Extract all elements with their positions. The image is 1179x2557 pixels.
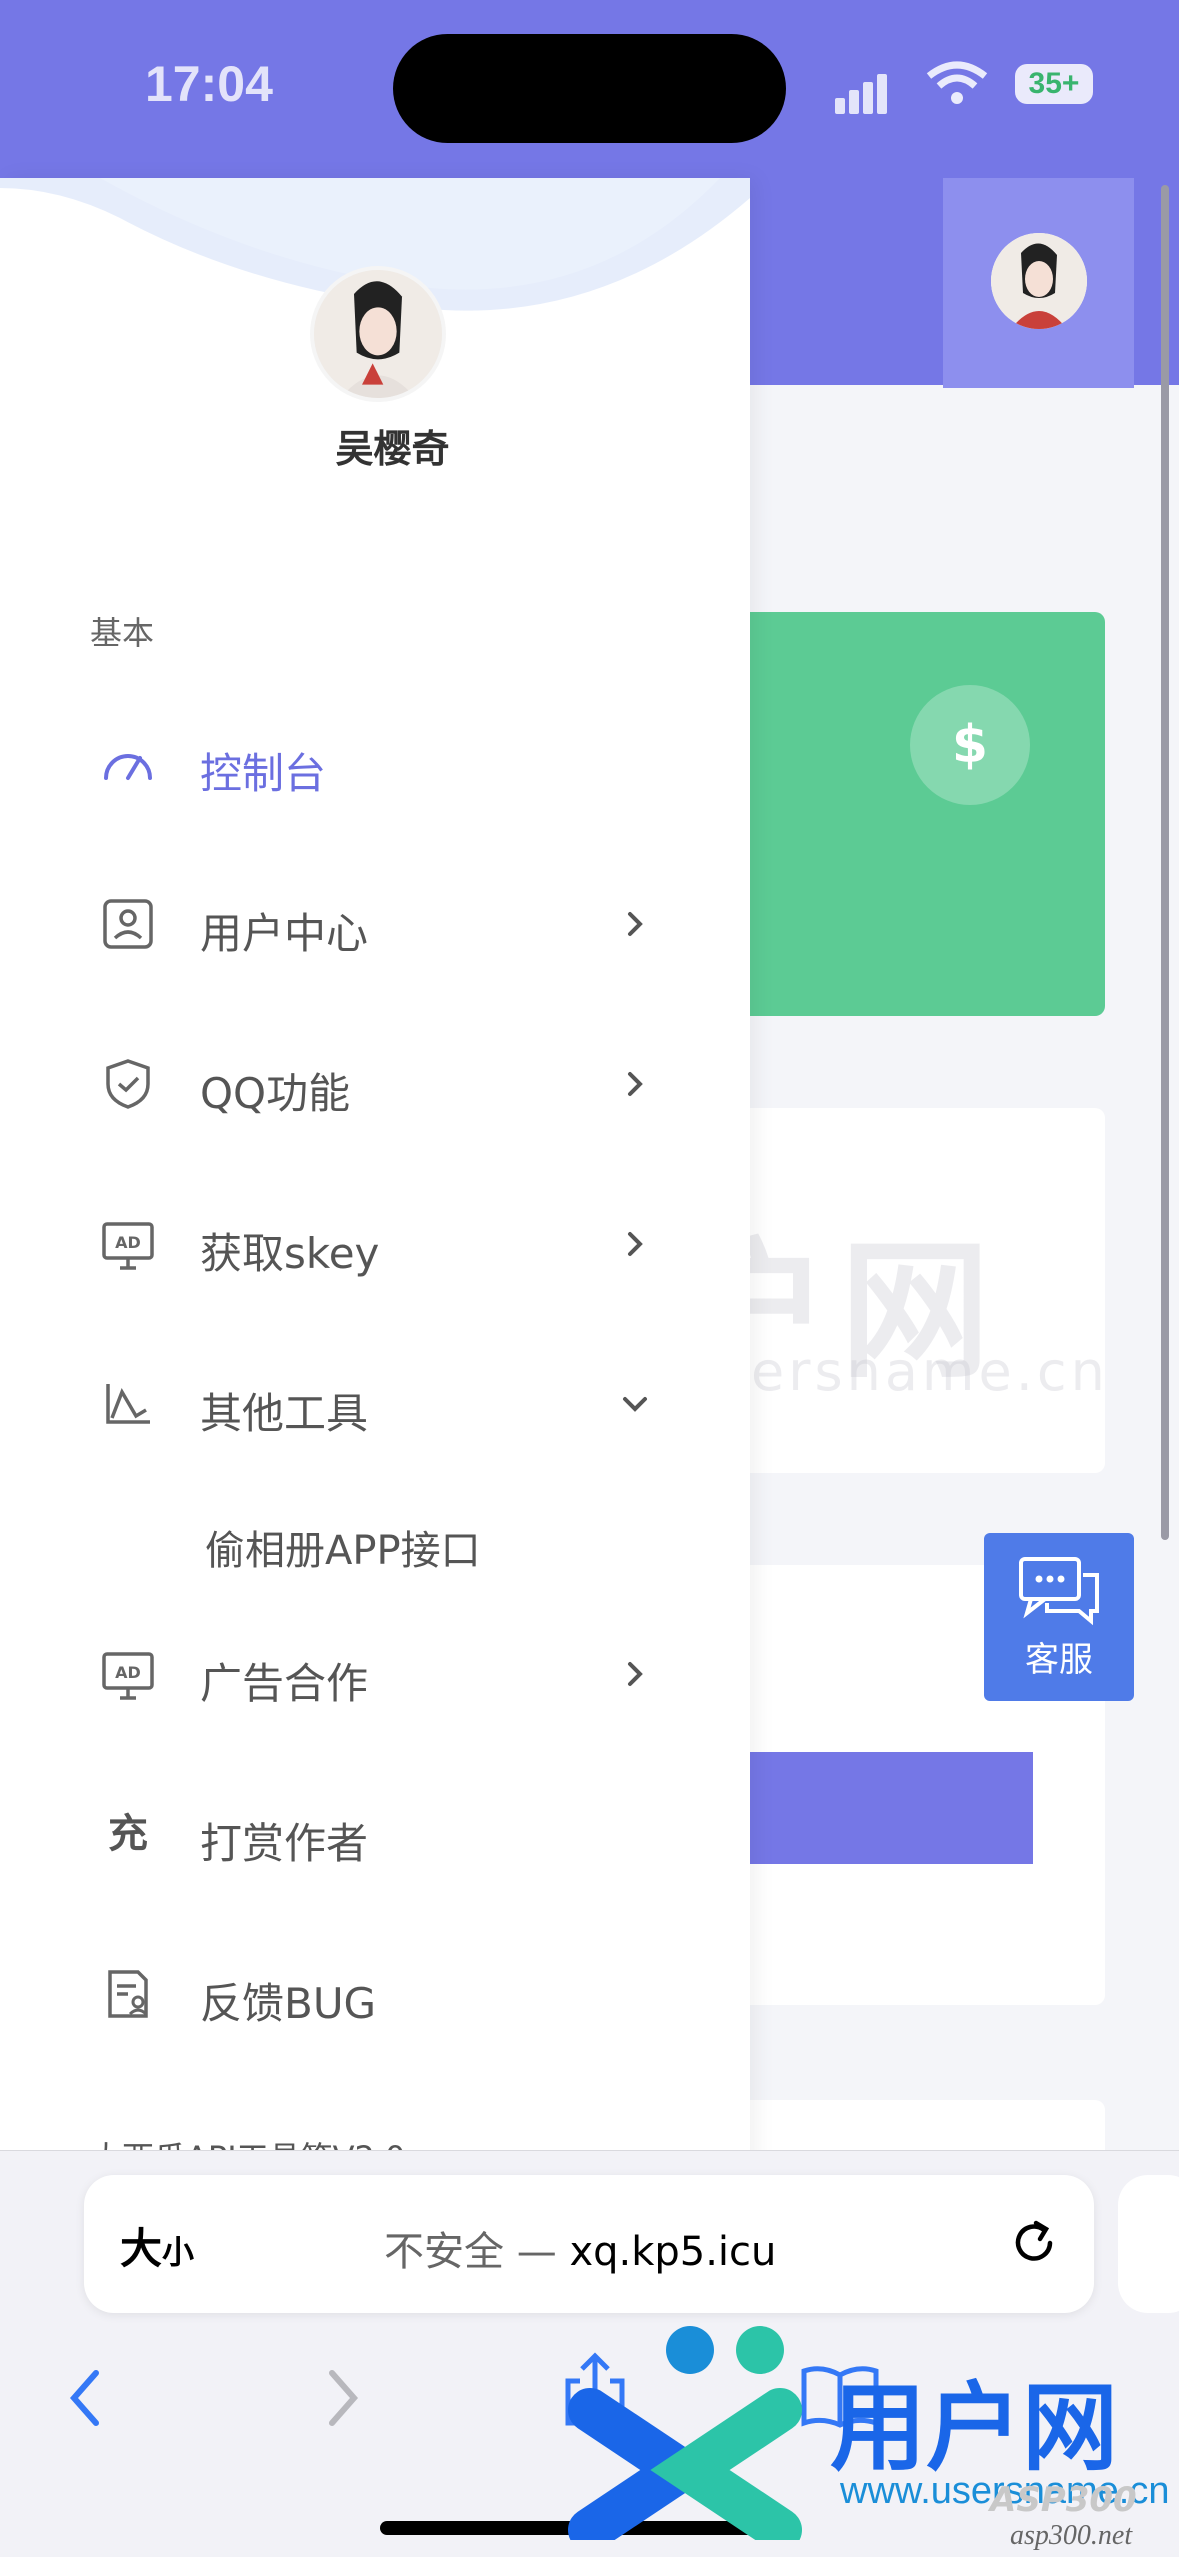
reload-icon[interactable] (1004, 2213, 1064, 2273)
menu-item-tip-author[interactable]: 充 打赏作者 (0, 1778, 750, 1898)
asp-site: asp300.net (1010, 2520, 1133, 2551)
balance-card: $ (705, 612, 1105, 1016)
menu-item-report-bug[interactable]: 反馈BUG (0, 1938, 750, 2058)
text-size-button[interactable]: 大小 (120, 2215, 194, 2276)
svg-text:AD: AD (115, 1233, 141, 1252)
menu-item-label: 获取skey (200, 1229, 380, 1278)
speedometer-icon (104, 754, 152, 780)
status-icons: 35+ (835, 58, 1125, 114)
menu-item-ad-cooperation[interactable]: AD 广告合作 (0, 1618, 750, 1738)
text-size-large: 大 (120, 2224, 163, 2273)
menu-item-label: 控制台 (200, 749, 327, 798)
dynamic-island (393, 34, 786, 143)
side-drawer: 吴樱奇 基本 控制台 用户中心 QQ功能 AD 获取skey 其他工具 偷相册A… (0, 178, 750, 2178)
watermark-logo-text: 用户网 (830, 2372, 1118, 2484)
ad-board-icon: AD (102, 1652, 154, 1700)
brand-logo-icon (568, 2326, 802, 2552)
scrollbar[interactable] (1161, 185, 1169, 1540)
chart-line-icon (106, 1384, 150, 1424)
header-avatar-button[interactable] (943, 178, 1134, 388)
status-time: 17:04 (145, 56, 273, 112)
shield-check-icon (106, 1059, 150, 1109)
avatar (991, 233, 1087, 329)
chat-bubble-icon (1019, 1557, 1099, 1626)
user-card-icon (103, 899, 153, 949)
menu-item-other-tools[interactable]: 其他工具 (0, 1348, 750, 1468)
svg-text:AD: AD (115, 1663, 141, 1682)
watermark-logo: 用户网 www.usersname.cn ASP300 asp300.net (560, 2320, 1179, 2556)
customer-service-label: 客服 (1025, 1640, 1093, 1680)
menu-item-label: QQ功能 (200, 1069, 351, 1118)
chevron-right-icon (628, 1232, 643, 1256)
menu-item-label: 用户中心 (200, 909, 369, 958)
back-icon[interactable] (66, 2363, 106, 2433)
chevron-right-icon (628, 1662, 643, 1686)
section-label: 基本 (90, 614, 155, 652)
action-button[interactable] (705, 1752, 1033, 1864)
wifi-icon (926, 61, 988, 104)
next-tab-preview[interactable] (1118, 2175, 1179, 2313)
recharge-icon: 充 (108, 1811, 148, 1857)
dollar-icon: $ (910, 685, 1030, 805)
submenu-item-album-api[interactable]: 偷相册APP接口 (205, 1518, 481, 1576)
menu-item-dashboard[interactable]: 控制台 (0, 708, 750, 828)
chevron-right-icon (628, 912, 643, 936)
menu-item-user-center[interactable]: 用户中心 (0, 868, 750, 988)
text-size-small: 小 (162, 2233, 195, 2271)
avatar[interactable] (310, 266, 446, 402)
menu-item-get-skey[interactable]: AD 获取skey (0, 1188, 750, 1308)
chevron-right-icon (628, 1072, 643, 1096)
insecure-label: 不安全 — (384, 2229, 570, 2275)
ad-board-icon: AD (102, 1222, 154, 1270)
menu-item-label: 反馈BUG (200, 1979, 377, 2028)
menu-item-label: 其他工具 (200, 1389, 369, 1438)
customer-service-button[interactable]: 客服 (984, 1533, 1134, 1701)
feedback-form-icon (108, 1970, 148, 2018)
chevron-down-icon (623, 1397, 647, 1412)
user-name: 吴樱奇 (335, 427, 450, 471)
menu-item-label: 广告合作 (200, 1659, 369, 1708)
asp-badge: ASP300 (990, 2480, 1137, 2520)
menu-item-qq-functions[interactable]: QQ功能 (0, 1028, 750, 1148)
forward-icon[interactable] (322, 2363, 362, 2433)
menu-item-label: 打赏作者 (200, 1819, 369, 1868)
battery-icon: 35+ (1015, 64, 1093, 104)
url-text: 不安全 — xq.kp5.icu (384, 2219, 776, 2277)
domain-text: xq.kp5.icu (569, 2229, 777, 2275)
address-bar[interactable]: 大小 不安全 — xq.kp5.icu (84, 2175, 1094, 2313)
